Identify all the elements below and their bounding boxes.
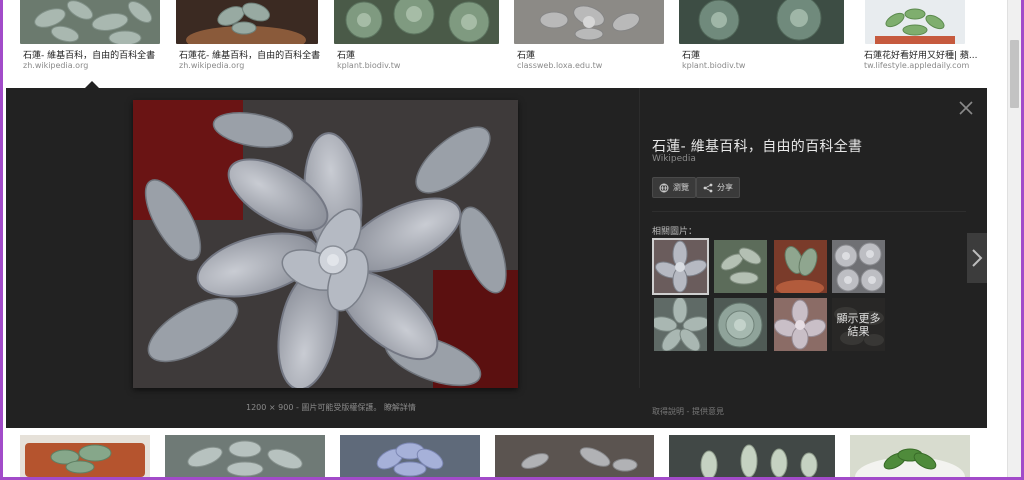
related-image-6[interactable] <box>714 298 767 351</box>
viewer-footer-links: 取得說明 - 提供意見 <box>652 406 724 417</box>
browser-frame: 石蓮- 維基百科，自由的百科全書 zh.wikipedia.org 石蓮花- 維… <box>0 0 1024 480</box>
learn-more-link[interactable]: 瞭解詳情 <box>384 403 416 412</box>
related-image-2[interactable] <box>714 240 767 293</box>
result-thumbnail-4[interactable] <box>514 0 664 44</box>
related-images-label: 相關圖片： <box>652 227 698 237</box>
next-image-button[interactable] <box>967 233 987 283</box>
share-icon <box>703 183 713 192</box>
result-source-5: kplant.biodiv.tw <box>682 61 746 70</box>
result-source-1: zh.wikipedia.org <box>23 61 89 70</box>
result-caption-4[interactable]: 石蓮 <box>517 48 637 61</box>
share-label: 分享 <box>717 183 733 192</box>
chevron-right-icon <box>972 249 983 267</box>
share-button[interactable]: 分享 <box>696 177 740 198</box>
image-meta: 1200 × 900 - 圖片可能受版權保護。 瞭解詳情 <box>246 402 416 413</box>
result-thumbnail-11[interactable] <box>669 435 835 477</box>
result-source-3: kplant.biodiv.tw <box>337 61 401 70</box>
related-image-7[interactable] <box>774 298 827 351</box>
result-source-6: tw.lifestyle.appledaily.com <box>864 61 970 70</box>
result-thumbnail-2[interactable] <box>176 0 318 44</box>
result-source-2: zh.wikipedia.org <box>179 61 245 70</box>
more-results-tile[interactable]: 顯示更多結果 <box>832 298 885 351</box>
image-viewer-panel: 1200 × 900 - 圖片可能受版權保護。 瞭解詳情 石蓮- 維基百科，自由… <box>6 88 987 428</box>
result-thumbnail-6[interactable] <box>865 0 965 44</box>
image-title[interactable]: 石蓮- 維基百科，自由的百科全書 <box>652 136 862 156</box>
help-link[interactable]: 取得說明 <box>652 407 684 416</box>
image-meta-text: 1200 × 900 - 圖片可能受版權保護。 <box>246 403 382 412</box>
scrollbar-thumb[interactable] <box>1010 40 1019 108</box>
result-thumbnail-9[interactable] <box>340 435 480 477</box>
result-thumbnail-8[interactable] <box>165 435 325 477</box>
more-results-label: 顯示更多結果 <box>836 311 881 338</box>
bottom-results-strip <box>3 428 987 477</box>
close-icon <box>959 101 973 115</box>
related-image-1[interactable] <box>652 238 709 295</box>
result-thumbnail-10[interactable] <box>495 435 654 477</box>
related-image-4[interactable] <box>832 240 885 293</box>
top-results-strip: 石蓮- 維基百科，自由的百科全書 zh.wikipedia.org 石蓮花- 維… <box>3 0 987 88</box>
panel-divider <box>639 88 640 388</box>
visit-label: 瀏覽 <box>673 183 689 192</box>
result-thumbnail-5[interactable] <box>679 0 844 44</box>
related-image-3[interactable] <box>774 240 827 293</box>
result-source-4: classweb.loxa.edu.tw <box>517 61 603 70</box>
result-thumbnail-1[interactable] <box>20 0 160 44</box>
result-thumbnail-3[interactable] <box>334 0 499 44</box>
visit-button[interactable]: 瀏覽 <box>652 177 696 198</box>
result-thumbnail-12[interactable] <box>850 435 970 477</box>
section-divider <box>652 211 966 212</box>
page-scrollbar[interactable] <box>1007 0 1021 477</box>
image-source: Wikipedia <box>652 154 696 164</box>
selected-result-pointer <box>85 81 99 88</box>
result-thumbnail-7[interactable] <box>20 435 150 477</box>
preview-image[interactable] <box>133 100 518 388</box>
result-caption-6[interactable]: 石蓮花好看好用又好種| 蘋... <box>864 48 984 61</box>
result-caption-3[interactable]: 石蓮 <box>337 48 457 61</box>
result-caption-2[interactable]: 石蓮花- 維基百科，自由的百科全書 <box>179 48 324 61</box>
globe-icon <box>659 183 669 192</box>
close-viewer-button[interactable] <box>958 100 974 116</box>
result-caption-1[interactable]: 石蓮- 維基百科，自由的百科全書 <box>23 48 168 61</box>
related-image-5[interactable] <box>654 298 707 351</box>
result-caption-5[interactable]: 石蓮 <box>682 48 802 61</box>
feedback-link[interactable]: 提供意見 <box>692 407 724 416</box>
